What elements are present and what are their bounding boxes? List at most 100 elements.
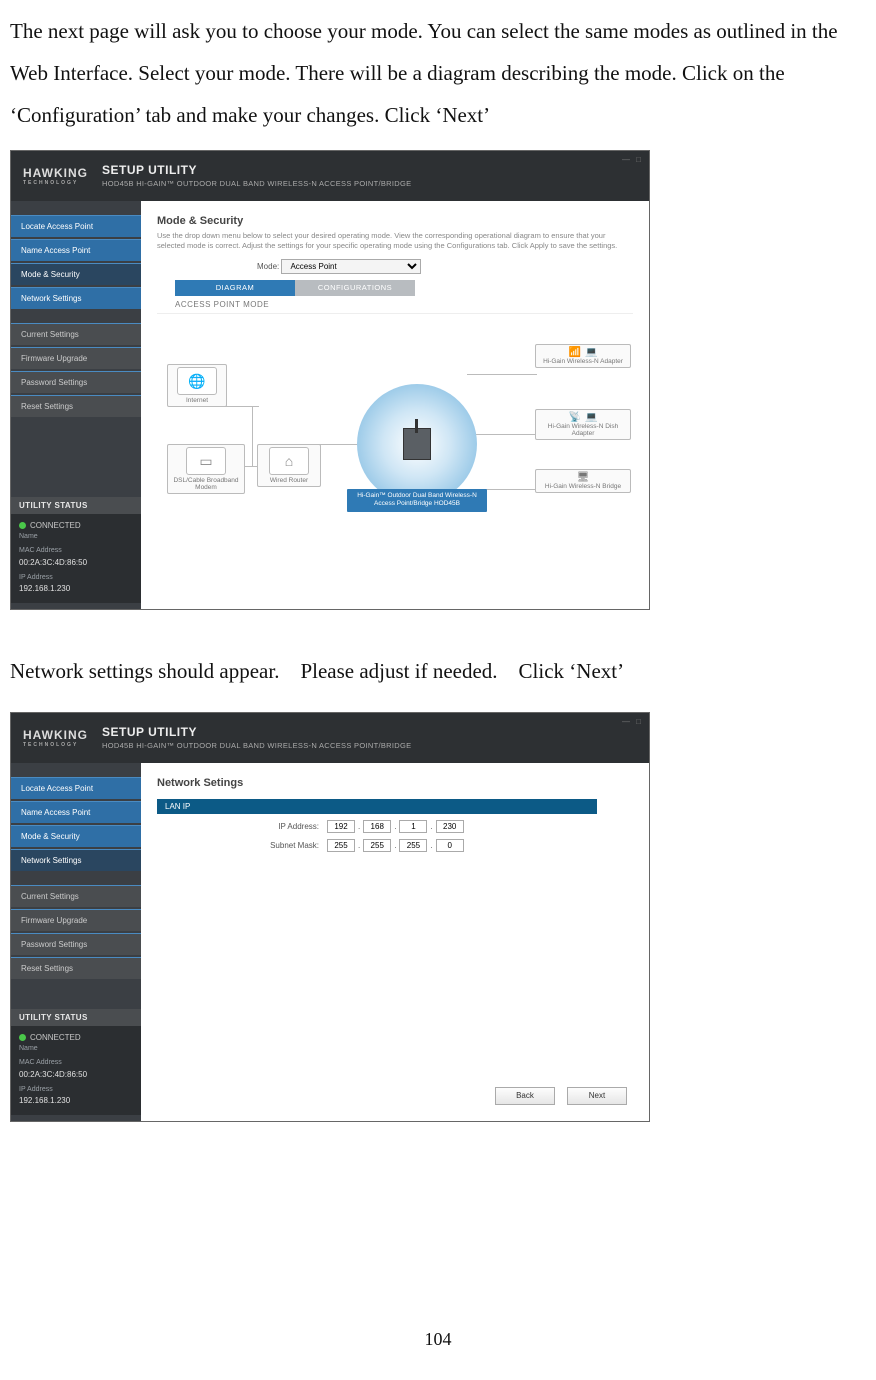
sidebar-item-password[interactable]: Password Settings: [11, 371, 141, 393]
mask-octet-4[interactable]: [436, 839, 464, 852]
mask-octet-1[interactable]: [327, 839, 355, 852]
bridge-icon: 🖥: [577, 472, 590, 483]
antenna-icon: 📶: [569, 347, 581, 358]
utility-status-box: CONNECTED Name MAC Address 00:2A:3C:4D:8…: [11, 514, 141, 604]
sidebar-item-mode-security[interactable]: Mode & Security: [11, 263, 141, 285]
sidebar-item-label: Mode & Security: [21, 270, 80, 279]
sidebar-item-label: Network Settings: [21, 294, 81, 303]
window-controls-icon: — □: [622, 155, 643, 164]
sidebar: Locate Access Point Name Access Point Mo…: [11, 763, 141, 1121]
ip-octet-2[interactable]: [363, 820, 391, 833]
sidebar-item-label: Current Settings: [21, 892, 79, 901]
brand-logo: HAWKING TECHNOLOGY: [23, 728, 88, 748]
sidebar-item-network[interactable]: Network Settings: [11, 287, 141, 309]
ip-label: IP Address: [19, 573, 133, 584]
main-pane-mode: Mode & Security Use the drop down menu b…: [141, 201, 649, 609]
screenshot-mode-security: — □ HAWKING TECHNOLOGY SETUP UTILITY HOD…: [10, 150, 650, 610]
diagram-label: Internet: [186, 397, 208, 404]
sidebar-item-label: Name Access Point: [21, 808, 90, 817]
app-subtitle: HOD45B HI-GAIN™ OUTDOOR DUAL BAND WIRELE…: [102, 741, 411, 751]
dish-icon: 📡: [569, 412, 581, 423]
tabs: DIAGRAM CONFIGURATIONS: [175, 280, 633, 296]
next-button[interactable]: Next: [567, 1087, 627, 1105]
status-dot-icon: [19, 522, 26, 529]
sidebar-item-locate[interactable]: Locate Access Point: [11, 215, 141, 237]
ip-address-label: IP Address:: [157, 822, 327, 831]
sidebar-item-current[interactable]: Current Settings: [11, 885, 141, 907]
sidebar-item-label: Locate Access Point: [21, 784, 93, 793]
name-label: Name: [19, 532, 133, 543]
ip-octet-4[interactable]: [436, 820, 464, 833]
title-block: SETUP UTILITY HOD45B HI-GAIN™ OUTDOOR DU…: [102, 163, 411, 188]
tab-label: CONFIGURATIONS: [318, 283, 392, 292]
sidebar-item-name[interactable]: Name Access Point: [11, 239, 141, 261]
sidebar-item-firmware[interactable]: Firmware Upgrade: [11, 909, 141, 931]
dot-separator: .: [427, 822, 435, 831]
diagram-bridge: 🖥 Hi-Gain Wireless-N Bridge: [535, 469, 631, 493]
dot-separator: .: [391, 841, 399, 850]
sidebar-item-locate[interactable]: Locate Access Point: [11, 777, 141, 799]
pane-heading: Mode & Security: [157, 215, 633, 227]
button-row: Back Next: [495, 1087, 627, 1105]
ip-octet-3[interactable]: [399, 820, 427, 833]
page-number: 104: [0, 1329, 876, 1350]
sidebar-item-current[interactable]: Current Settings: [11, 323, 141, 345]
pane-description: Use the drop down menu below to select y…: [157, 231, 627, 251]
screenshot-network-settings: — □ HAWKING TECHNOLOGY SETUP UTILITY HOD…: [10, 712, 650, 1122]
main-pane-network: Network Setings LAN IP IP Address: . . .…: [141, 763, 649, 1121]
sidebar-item-label: Reset Settings: [21, 964, 73, 973]
diagram-router: ⌂ Wired Router: [257, 444, 321, 487]
diagram-label: DSL/Cable Broadband Modem: [173, 477, 238, 491]
ap-mode-label: ACCESS POINT MODE: [175, 300, 633, 309]
dot-separator: .: [355, 841, 363, 850]
sidebar-item-reset[interactable]: Reset Settings: [11, 395, 141, 417]
sidebar-item-network[interactable]: Network Settings: [11, 849, 141, 871]
diagram-label: Hi-Gain Wireless-N Dish Adapter: [548, 423, 618, 437]
tab-configurations[interactable]: CONFIGURATIONS: [295, 280, 415, 296]
mask-octet-2[interactable]: [363, 839, 391, 852]
diagram-modem: ▭ DSL/Cable Broadband Modem: [167, 444, 245, 494]
diagram-internet: 🌐 Internet: [167, 364, 227, 407]
status-dot-icon: [19, 1034, 26, 1041]
brand-subtext: TECHNOLOGY: [23, 742, 88, 748]
utility-status-header: UTILITY STATUS: [11, 1009, 141, 1026]
app-title: SETUP UTILITY: [102, 163, 411, 179]
device-icon: [403, 428, 431, 460]
diagram-label: Wired Router: [270, 477, 308, 484]
ip-octet-1[interactable]: [327, 820, 355, 833]
sidebar-item-label: Name Access Point: [21, 246, 90, 255]
mac-value: 00:2A:3C:4D:86:50: [19, 557, 133, 569]
subnet-mask-row: Subnet Mask: . . .: [157, 839, 633, 852]
diagram-area: 🌐 Internet ▭ DSL/Cable Broadband Modem ⌂…: [157, 313, 633, 548]
ip-address-row: IP Address: . . .: [157, 820, 633, 833]
router-icon: ⌂: [269, 447, 309, 475]
subnet-mask-label: Subnet Mask:: [157, 841, 327, 850]
mac-label: MAC Address: [19, 546, 133, 557]
sidebar-item-label: Current Settings: [21, 330, 79, 339]
mac-value: 00:2A:3C:4D:86:50: [19, 1069, 133, 1081]
sidebar-item-reset[interactable]: Reset Settings: [11, 957, 141, 979]
tab-diagram[interactable]: DIAGRAM: [175, 280, 295, 296]
diagram-dish: 📡 💻 Hi-Gain Wireless-N Dish Adapter: [535, 409, 631, 440]
dot-separator: .: [355, 822, 363, 831]
brand-subtext: TECHNOLOGY: [23, 180, 88, 186]
sidebar-item-label: Network Settings: [21, 856, 81, 865]
back-button[interactable]: Back: [495, 1087, 555, 1105]
title-block: SETUP UTILITY HOD45B HI-GAIN™ OUTDOOR DU…: [102, 725, 411, 750]
titlebar: HAWKING TECHNOLOGY SETUP UTILITY HOD45B …: [11, 151, 649, 201]
app-title: SETUP UTILITY: [102, 725, 411, 741]
sidebar-item-label: Mode & Security: [21, 832, 80, 841]
diagram-label: Hi-Gain Wireless-N Bridge: [545, 483, 621, 490]
sidebar-item-mode-security[interactable]: Mode & Security: [11, 825, 141, 847]
mask-octet-3[interactable]: [399, 839, 427, 852]
status-text: CONNECTED: [30, 1033, 81, 1042]
sidebar-item-name[interactable]: Name Access Point: [11, 801, 141, 823]
sidebar-item-password[interactable]: Password Settings: [11, 933, 141, 955]
titlebar: HAWKING TECHNOLOGY SETUP UTILITY HOD45B …: [11, 713, 649, 763]
sidebar-item-firmware[interactable]: Firmware Upgrade: [11, 347, 141, 369]
sidebar-item-label: Locate Access Point: [21, 222, 93, 231]
diagram-adapter: 📶 💻 Hi-Gain Wireless-N Adapter: [535, 344, 631, 368]
sidebar-item-label: Password Settings: [21, 940, 87, 949]
mode-select[interactable]: Access Point: [281, 259, 421, 274]
pane-heading: Network Setings: [157, 777, 633, 789]
